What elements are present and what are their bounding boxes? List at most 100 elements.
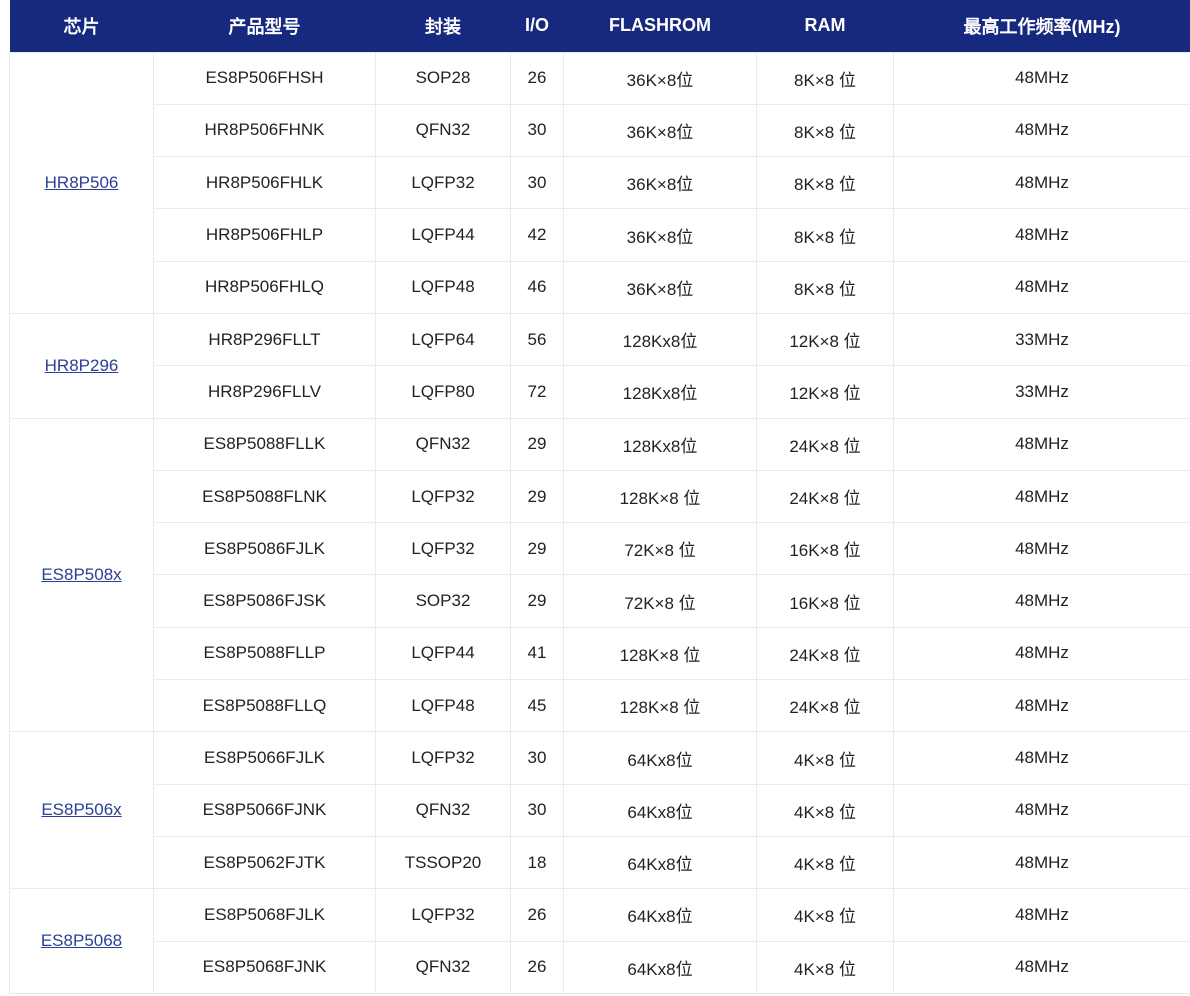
io-cell: 46: [510, 260, 564, 314]
frequency-cell: 48MHz: [893, 731, 1190, 785]
flashrom-cell: 64Kx8位: [563, 835, 757, 890]
package-cell: LQFP32: [375, 522, 511, 576]
io-cell: 29: [510, 417, 564, 471]
frequency-cell: 48MHz: [893, 574, 1190, 628]
package-cell: LQFP32: [375, 731, 511, 785]
table-row: HR8P506FHLP LQFP44 42 36K×8位 8K×8 位 48MHz: [10, 208, 1190, 262]
model-cell: ES8P5068FJLK: [153, 888, 376, 942]
flashrom-cell: 36K×8位: [563, 208, 757, 262]
chip-cell: HR8P506: [9, 51, 154, 314]
flashrom-cell: 36K×8位: [563, 103, 757, 158]
flashrom-cell: 64Kx8位: [563, 888, 757, 942]
product-table-container: 芯片 产品型号 封装 I/O FLASHROM RAM 最高工作频率(MHz) …: [9, 0, 1190, 994]
package-cell: LQFP64: [375, 312, 511, 367]
header-max-frequency: 最高工作频率(MHz): [893, 0, 1190, 52]
chip-link[interactable]: HR8P296: [45, 356, 119, 375]
table-row: ES8P5086FJLK LQFP32 29 72K×8 位 16K×8 位 48MHz: [10, 522, 1190, 576]
header-row: 芯片 产品型号 封装 I/O FLASHROM RAM 最高工作频率(MHz): [9, 0, 1190, 52]
model-cell: ES8P5068FJNK: [153, 940, 376, 994]
ram-cell: 16K×8 位: [756, 522, 894, 576]
flashrom-cell: 64Kx8位: [563, 731, 757, 785]
flashrom-cell: 128Kx8位: [563, 312, 757, 367]
table-row: HR8P296 HR8P296FLLT LQFP64 56 128Kx8位 12K×8 位…: [9, 312, 1190, 419]
table-row: ES8P5088FLNK LQFP32 29 128K×8 位 24K×8 位 48MHz: [10, 469, 1190, 524]
package-cell: LQFP32: [375, 156, 511, 210]
frequency-cell: 48MHz: [893, 103, 1190, 158]
io-cell: 56: [510, 312, 564, 367]
ram-cell: 4K×8 位: [756, 783, 894, 837]
ram-cell: 12K×8 位: [756, 312, 894, 367]
ram-cell: 8K×8 位: [756, 208, 894, 262]
model-cell: HR8P506FHLQ: [153, 260, 376, 314]
model-cell: ES8P506FHSH: [153, 51, 376, 105]
package-cell: QFN32: [375, 417, 511, 471]
model-cell: ES8P5066FJLK: [153, 731, 376, 785]
model-cell: HR8P506FHLP: [153, 208, 376, 262]
package-cell: TSSOP20: [375, 835, 511, 890]
ram-cell: 24K×8 位: [756, 469, 894, 524]
ram-cell: 12K×8 位: [756, 365, 894, 419]
io-cell: 30: [510, 731, 564, 785]
package-cell: SOP32: [375, 574, 511, 628]
frequency-cell: 48MHz: [893, 260, 1190, 314]
table-header: 芯片 产品型号 封装 I/O FLASHROM RAM 最高工作频率(MHz): [9, 0, 1190, 52]
chip-link[interactable]: ES8P506x: [41, 800, 121, 819]
table-row: ES8P5068 ES8P5068FJLK LQFP32 26 64Kx8位 4K×8 位…: [9, 888, 1190, 994]
io-cell: 29: [510, 469, 564, 524]
flashrom-cell: 128K×8 位: [563, 469, 757, 524]
table-row: HR8P506 ES8P506FHSH SOP28 26 36K×8位 8K×8 位 48M…: [9, 51, 1190, 314]
flashrom-cell: 64Kx8位: [563, 940, 757, 994]
ram-cell: 8K×8 位: [756, 51, 894, 105]
package-cell: LQFP48: [375, 679, 511, 733]
flashrom-cell: 128K×8 位: [563, 679, 757, 733]
ram-cell: 24K×8 位: [756, 679, 894, 733]
header-model: 产品型号: [153, 0, 376, 52]
io-cell: 72: [510, 365, 564, 419]
table-row: HR8P506FHNK QFN32 30 36K×8位 8K×8 位 48MHz: [10, 103, 1190, 158]
header-flashrom: FLASHROM: [563, 0, 757, 52]
package-cell: QFN32: [375, 103, 511, 158]
io-cell: 45: [510, 679, 564, 733]
frequency-cell: 48MHz: [893, 417, 1190, 471]
header-io: I/O: [510, 0, 564, 52]
header-chip: 芯片: [9, 0, 154, 52]
table-row: HR8P506FHLK LQFP32 30 36K×8位 8K×8 位 48MHz: [10, 156, 1190, 210]
frequency-cell: 48MHz: [893, 679, 1190, 733]
chip-link[interactable]: HR8P506: [45, 173, 119, 192]
frequency-cell: 48MHz: [893, 156, 1190, 210]
io-cell: 30: [510, 156, 564, 210]
ram-cell: 4K×8 位: [756, 888, 894, 942]
header-package: 封装: [375, 0, 511, 52]
table-row: ES8P5088FLLP LQFP44 41 128K×8 位 24K×8 位 48MHz: [10, 626, 1190, 681]
frequency-cell: 48MHz: [893, 469, 1190, 524]
table-row: ES8P5086FJSK SOP32 29 72K×8 位 16K×8 位 48MHz: [10, 574, 1190, 628]
package-cell: LQFP48: [375, 260, 511, 314]
chip-cell: HR8P296: [9, 312, 154, 419]
io-cell: 29: [510, 522, 564, 576]
io-cell: 18: [510, 835, 564, 890]
table-row: ES8P5066FJNK QFN32 30 64Kx8位 4K×8 位 48MHz: [10, 783, 1190, 837]
package-cell: LQFP32: [375, 888, 511, 942]
table-row: ES8P5062FJTK TSSOP20 18 64Kx8位 4K×8 位 48MHz: [10, 835, 1190, 890]
ram-cell: 4K×8 位: [756, 731, 894, 785]
table-row: ES8P5088FLLQ LQFP48 45 128K×8 位 24K×8 位 48MHz: [10, 679, 1190, 733]
io-cell: 26: [510, 888, 564, 942]
ram-cell: 8K×8 位: [756, 260, 894, 314]
io-cell: 26: [510, 940, 564, 994]
chip-cell: ES8P506x: [9, 731, 154, 890]
ram-cell: 24K×8 位: [756, 417, 894, 471]
chip-cell: ES8P5068: [9, 888, 154, 994]
ram-cell: 4K×8 位: [756, 835, 894, 890]
frequency-cell: 48MHz: [893, 835, 1190, 890]
package-cell: LQFP80: [375, 365, 511, 419]
package-cell: LQFP32: [375, 469, 511, 524]
chip-link[interactable]: ES8P5068: [41, 931, 122, 950]
chip-cell: ES8P508x: [9, 417, 154, 733]
package-cell: QFN32: [375, 940, 511, 994]
table-row: ES8P508x ES8P5088FLLK QFN32 29 128Kx8位 24K×8 …: [9, 417, 1190, 733]
model-cell: HR8P506FHNK: [153, 103, 376, 158]
chip-link[interactable]: ES8P508x: [41, 565, 121, 584]
model-cell: ES8P5086FJLK: [153, 522, 376, 576]
table-row: HR8P296FLLV LQFP80 72 128Kx8位 12K×8 位 33MHz: [10, 365, 1190, 419]
flashrom-cell: 36K×8位: [563, 51, 757, 105]
